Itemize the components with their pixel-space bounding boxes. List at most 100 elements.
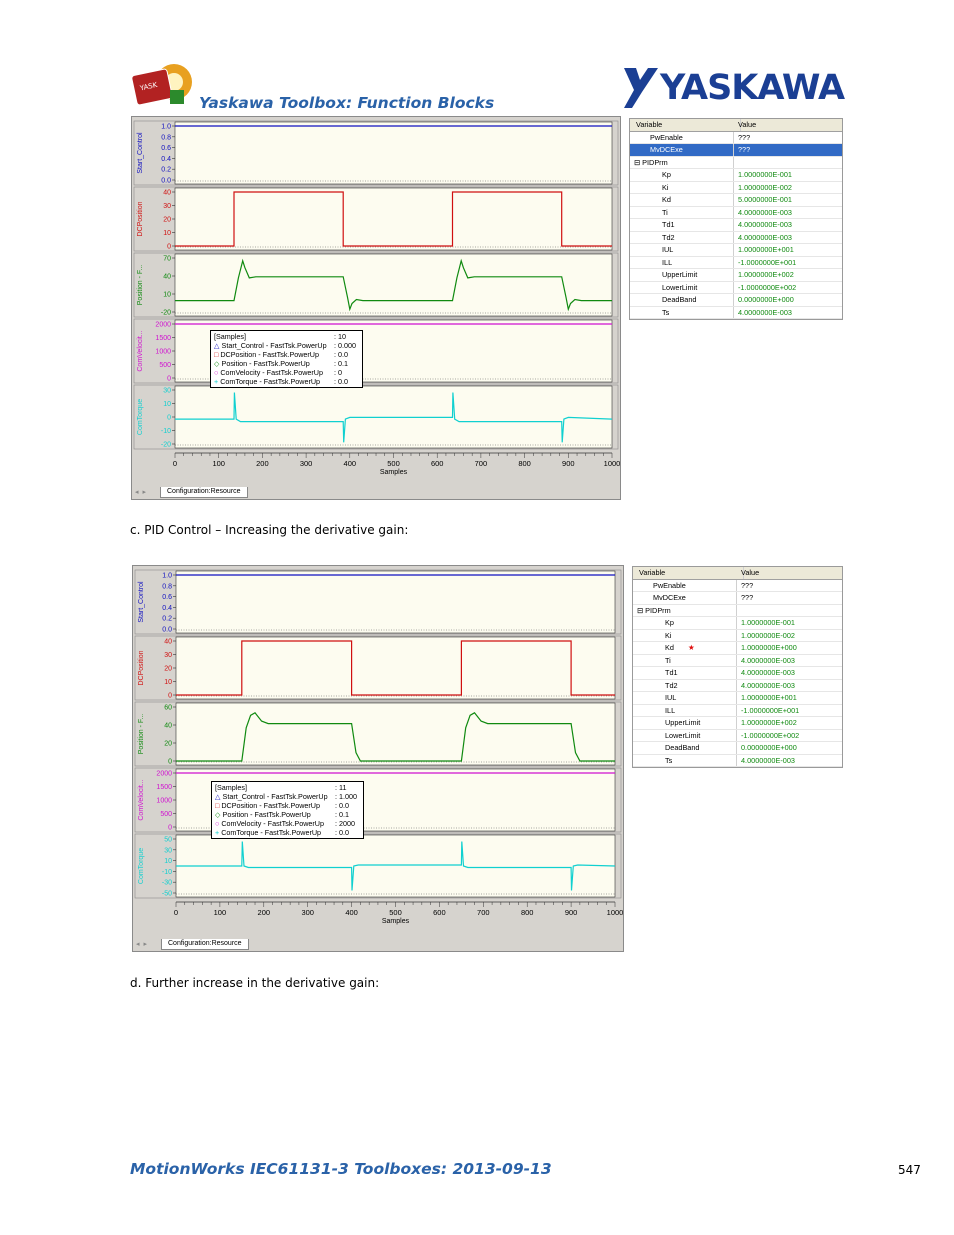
variable-row[interactable]: Td2 4.0000000E-003 (630, 231, 842, 244)
variable-row[interactable]: UpperLimit 1.0000000E+002 (633, 717, 842, 730)
variable-name: Kd (662, 195, 671, 204)
x-tick-label: 600 (433, 908, 446, 917)
variable-value[interactable]: 4.0000000E-003 (741, 667, 795, 679)
triangle-marker-icon: △ (215, 792, 221, 801)
variable-row[interactable]: Kd ★ 1.0000000E+000 (633, 642, 842, 655)
trend-window-2[interactable]: Start_Control 1.0 0.8 0.6 0.4 0.2 0.0 DCPositio… (132, 565, 624, 952)
variable-value[interactable]: 4.0000000E-003 (738, 207, 792, 219)
collapse-icon[interactable]: ⊟ (637, 606, 645, 615)
collapse-icon[interactable]: ⊟ (634, 158, 642, 167)
variable-row[interactable]: IUL 1.0000000E+001 (630, 244, 842, 257)
variable-value[interactable]: 1.0000000E+001 (741, 692, 797, 704)
plot-area (174, 253, 613, 317)
variable-row[interactable]: Kd 5.0000000E-001 (630, 194, 842, 207)
yaskawa-brand-logo: YASKAWA (622, 66, 845, 110)
variable-row[interactable]: Ti 4.0000000E-003 (633, 654, 842, 667)
column-header-value[interactable]: Value (738, 119, 756, 131)
trend-chart-2: Start_Control 1.0 0.8 0.6 0.4 0.2 0.0 DCPositio… (134, 569, 623, 926)
variable-row[interactable]: Kp 1.0000000E-001 (630, 169, 842, 182)
legend-label: DCPosition - FastTsk.PowerUp (221, 801, 320, 810)
variable-row[interactable]: MvDCExe??? (633, 592, 842, 605)
variable-value[interactable]: 1.0000000E+002 (741, 717, 797, 729)
y-axis-label: Position - F... (138, 714, 145, 755)
y-tick-label: 0.2 (162, 616, 172, 623)
tab-configuration-resource[interactable]: Configuration:Resource (160, 487, 248, 498)
variable-row[interactable]: PwEnable??? (630, 131, 842, 144)
variable-row[interactable]: LowerLimit -1.0000000E+002 (630, 281, 842, 294)
variable-table-header: Variable Value (630, 119, 842, 132)
y-tick-label: 30 (163, 388, 171, 395)
variable-row[interactable]: LowerLimit -1.0000000E+002 (633, 729, 842, 742)
variable-value[interactable]: 4.0000000E-003 (738, 219, 792, 231)
variable-table-2[interactable]: Variable Value PwEnable??? MvDCExe??? ⊟ PIDP… (632, 566, 843, 768)
variable-value[interactable]: -1.0000000E+002 (741, 730, 799, 742)
variable-name: UpperLimit (665, 718, 701, 727)
variable-row[interactable]: DeadBand 0.0000000E+000 (633, 742, 842, 755)
variable-value[interactable]: ??? (738, 144, 750, 156)
variable-value[interactable]: 0.0000000E+000 (738, 294, 794, 306)
legend-title: [Samples] (215, 783, 247, 792)
y-tick-label: 10 (164, 858, 172, 865)
variable-row[interactable]: IUL 1.0000000E+001 (633, 692, 842, 705)
variable-row[interactable]: MvDCExe??? (630, 144, 842, 157)
variable-row[interactable]: Ts 4.0000000E-003 (630, 306, 842, 319)
variable-value[interactable]: ??? (741, 580, 753, 592)
variable-value[interactable]: 4.0000000E-003 (741, 680, 795, 692)
variable-value[interactable]: 1.0000000E-002 (738, 182, 792, 194)
variable-value[interactable]: 4.0000000E-003 (741, 655, 795, 667)
y-tick-label: 1.0 (161, 124, 171, 131)
variable-value[interactable]: 1.0000000E+000 (741, 642, 797, 654)
variable-value[interactable]: ??? (741, 592, 753, 604)
variable-value[interactable]: 1.0000000E+002 (738, 269, 794, 281)
variable-row[interactable]: ⊟ PIDPrm (630, 156, 842, 169)
trend-window-1[interactable]: Start_Control 1.0 0.8 0.6 0.4 0.2 0.0 DCPositio… (131, 116, 621, 500)
y-axis-label: Start_Control (137, 132, 144, 174)
variable-value[interactable]: 1.0000000E-002 (741, 630, 795, 642)
y-tick-label: 0.6 (161, 145, 171, 152)
column-header-variable[interactable]: Variable (630, 119, 741, 131)
variable-row[interactable]: DeadBand 0.0000000E+000 (630, 294, 842, 307)
tab-nav-arrows-icon[interactable]: ◂ ▸ (135, 488, 147, 496)
square-marker-icon: □ (215, 801, 220, 810)
sheet-tabbar: ◂ ▸ Configuration:Resource (133, 939, 623, 951)
tab-configuration-resource[interactable]: Configuration:Resource (161, 939, 249, 950)
page-number: 547 (898, 1163, 921, 1177)
variable-value[interactable]: -1.0000000E+001 (741, 705, 799, 717)
column-header-variable[interactable]: Variable (633, 567, 744, 579)
variable-value[interactable]: -1.0000000E+001 (738, 257, 796, 269)
y-tick-label: -20 (161, 310, 171, 317)
variable-value[interactable]: 1.0000000E-001 (738, 169, 792, 181)
square-marker-icon: □ (214, 350, 219, 359)
column-header-value[interactable]: Value (741, 567, 759, 579)
variable-value[interactable]: 5.0000000E-001 (738, 194, 792, 206)
variable-value[interactable]: -1.0000000E+002 (738, 282, 796, 294)
variable-row[interactable]: Td2 4.0000000E-003 (633, 679, 842, 692)
variable-table-1[interactable]: Variable Value PwEnable??? MvDCExe??? ⊟ PIDP… (629, 118, 843, 320)
variable-value[interactable]: ??? (738, 132, 750, 144)
variable-row[interactable]: ILL -1.0000000E+001 (633, 704, 842, 717)
variable-row[interactable]: Ki 1.0000000E-002 (633, 629, 842, 642)
x-tick-label: 600 (431, 459, 444, 468)
variable-value[interactable]: 4.0000000E-003 (738, 307, 792, 319)
variable-row[interactable]: Ti 4.0000000E-003 (630, 206, 842, 219)
y-tick-label: 2000 (155, 322, 171, 329)
variable-row[interactable]: ⊟ PIDPrm (633, 604, 842, 617)
variable-name: Ts (662, 307, 670, 317)
variable-row[interactable]: PwEnable??? (633, 579, 842, 592)
variable-row[interactable]: UpperLimit 1.0000000E+002 (630, 269, 842, 282)
variable-value[interactable]: 1.0000000E-001 (741, 617, 795, 629)
variable-value[interactable]: 1.0000000E+001 (738, 244, 794, 256)
variable-row[interactable]: Td1 4.0000000E-003 (630, 219, 842, 232)
y-tick-label: 1500 (155, 335, 171, 342)
variable-value[interactable]: 4.0000000E-003 (738, 232, 792, 244)
variable-value[interactable]: 0.0000000E+000 (741, 742, 797, 754)
variable-row[interactable]: ILL -1.0000000E+001 (630, 256, 842, 269)
y-axis-label: Start_Control (138, 581, 145, 623)
variable-value[interactable]: 4.0000000E-003 (741, 755, 795, 767)
variable-row[interactable]: Ki 1.0000000E-002 (630, 181, 842, 194)
tab-nav-arrows-icon[interactable]: ◂ ▸ (136, 940, 148, 948)
variable-name: LowerLimit (662, 282, 698, 292)
variable-row[interactable]: Td1 4.0000000E-003 (633, 667, 842, 680)
variable-row[interactable]: Ts 4.0000000E-003 (633, 754, 842, 767)
variable-row[interactable]: Kp 1.0000000E-001 (633, 617, 842, 630)
